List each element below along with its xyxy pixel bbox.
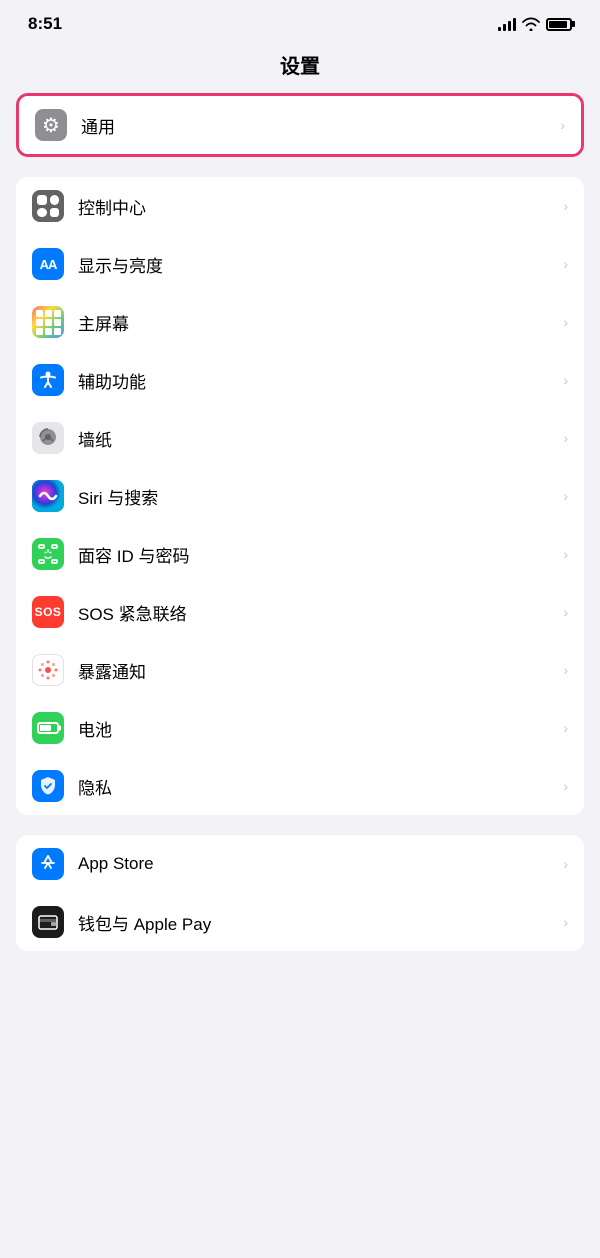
section-apps: App Store › 钱包与 Apple Pay › xyxy=(16,835,584,951)
battery-settings-icon xyxy=(32,712,64,744)
accessibility-chevron: › xyxy=(563,372,568,388)
appstore-chevron: › xyxy=(563,856,568,872)
siri-chevron: › xyxy=(563,488,568,504)
battery-chevron: › xyxy=(563,720,568,736)
home-screen-label: 主屏幕 xyxy=(78,310,557,335)
page-title: 设置 xyxy=(0,42,600,93)
wallpaper-icon xyxy=(32,422,64,454)
wifi-icon xyxy=(522,17,540,31)
wallet-chevron: › xyxy=(563,914,568,930)
general-chevron: › xyxy=(560,117,565,133)
privacy-label: 隐私 xyxy=(78,774,557,799)
control-center-label: 控制中心 xyxy=(78,194,557,219)
display-icon: AA xyxy=(32,248,64,280)
accessibility-icon xyxy=(32,364,64,396)
sos-icon: SOS xyxy=(32,596,64,628)
display-chevron: › xyxy=(563,256,568,272)
siri-icon xyxy=(32,480,64,512)
status-time: 8:51 xyxy=(28,14,62,34)
settings-item-control-center[interactable]: 控制中心 › xyxy=(16,177,584,235)
battery-icon xyxy=(546,18,572,31)
display-label: 显示与亮度 xyxy=(78,252,557,277)
general-label: 通用 xyxy=(81,113,554,138)
status-bar: 8:51 xyxy=(0,0,600,42)
settings-item-battery[interactable]: 电池 › xyxy=(16,699,584,757)
settings-item-wallet[interactable]: 钱包与 Apple Pay › xyxy=(16,893,584,951)
settings-item-exposure[interactable]: 暴露通知 › xyxy=(16,641,584,699)
accessibility-label: 辅助功能 xyxy=(78,368,557,393)
battery-label: 电池 xyxy=(78,716,557,741)
settings-item-siri[interactable]: Siri 与搜索 › xyxy=(16,467,584,525)
status-icons xyxy=(498,17,572,31)
face-id-icon xyxy=(32,538,64,570)
wallet-label: 钱包与 Apple Pay xyxy=(78,910,557,935)
settings-item-home-screen[interactable]: 主屏幕 › xyxy=(16,293,584,351)
wallpaper-label: 墙纸 xyxy=(78,426,557,451)
settings-item-display[interactable]: AA 显示与亮度 › xyxy=(16,235,584,293)
appstore-label: App Store xyxy=(78,854,557,874)
settings-item-accessibility[interactable]: 辅助功能 › xyxy=(16,351,584,409)
home-screen-chevron: › xyxy=(563,314,568,330)
settings-item-wallpaper[interactable]: 墙纸 › xyxy=(16,409,584,467)
wallpaper-chevron: › xyxy=(563,430,568,446)
general-icon xyxy=(35,109,67,141)
privacy-icon xyxy=(32,770,64,802)
settings-item-sos[interactable]: SOS SOS 紧急联络 › xyxy=(16,583,584,641)
control-center-icon xyxy=(32,190,64,222)
settings-item-general[interactable]: 通用 › xyxy=(19,96,581,154)
settings-item-face-id[interactable]: 面容 ID 与密码 › xyxy=(16,525,584,583)
appstore-icon xyxy=(32,848,64,880)
section-highlighted: 通用 › xyxy=(16,93,584,157)
control-center-chevron: › xyxy=(563,198,568,214)
sos-label: SOS 紧急联络 xyxy=(78,600,557,625)
face-id-chevron: › xyxy=(563,546,568,562)
exposure-icon xyxy=(32,654,64,686)
wallet-icon xyxy=(32,906,64,938)
settings-item-appstore[interactable]: App Store › xyxy=(16,835,584,893)
signal-icon xyxy=(498,17,516,31)
settings-item-privacy[interactable]: 隐私 › xyxy=(16,757,584,815)
exposure-chevron: › xyxy=(563,662,568,678)
siri-label: Siri 与搜索 xyxy=(78,484,557,509)
privacy-chevron: › xyxy=(563,778,568,794)
home-screen-icon xyxy=(32,306,64,338)
exposure-label: 暴露通知 xyxy=(78,658,557,683)
face-id-label: 面容 ID 与密码 xyxy=(78,542,557,567)
sos-chevron: › xyxy=(563,604,568,620)
section-main: 控制中心 › AA 显示与亮度 › 主屏幕 › xyxy=(16,177,584,815)
